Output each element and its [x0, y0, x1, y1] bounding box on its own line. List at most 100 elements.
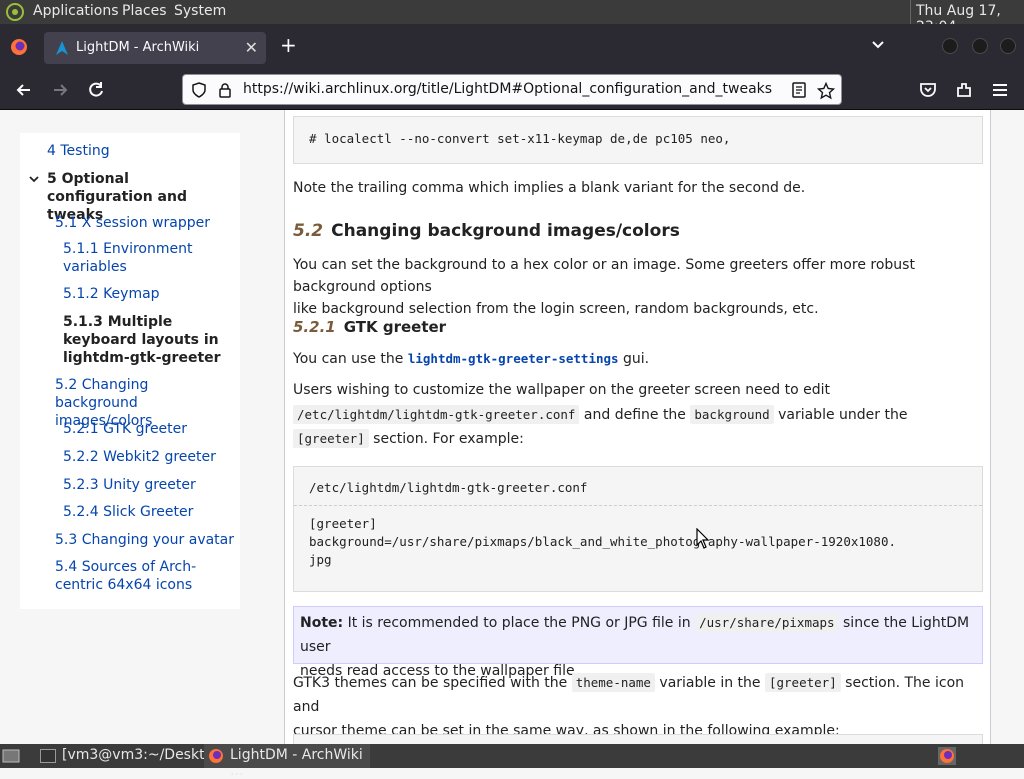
- window-minimize-button[interactable]: [942, 38, 958, 54]
- heading-5-2: 5.2 Changing background images/colors: [293, 221, 680, 241]
- firefox-icon[interactable]: [10, 38, 28, 56]
- inline-code-background: background: [690, 404, 774, 424]
- toc-num[interactable]: 5.2.2: [63, 449, 99, 465]
- toc-item-arch-centric-icons[interactable]: 5.4 Sources of Arch-centric 64x64 icons: [55, 558, 235, 594]
- lock-icon[interactable]: [217, 82, 233, 98]
- toc-label[interactable]: Unity greeter: [103, 477, 196, 493]
- show-desktop-icon[interactable]: [2, 748, 20, 764]
- toc-num[interactable]: 5.1: [55, 215, 77, 231]
- tracking-protection-shield-icon[interactable]: [191, 82, 207, 98]
- heading-title: Changing background images/colors: [331, 221, 680, 241]
- pocket-icon[interactable]: [918, 80, 938, 100]
- toc-num: 5.1.3: [63, 314, 103, 330]
- toc-label[interactable]: Changing your avatar: [82, 532, 234, 548]
- text: variable under the: [773, 406, 908, 423]
- paragraph-wallpaper: Users wishing to customize the wallpaper…: [293, 379, 983, 452]
- menu-icon[interactable]: [990, 80, 1010, 100]
- toc-item-multiple-keyboard-layouts[interactable]: 5.1.3 Multiple keyboard layouts in light…: [63, 313, 228, 367]
- inline-code-greeter: [greeter]: [764, 673, 841, 692]
- firefox-tray-icon[interactable]: [938, 747, 956, 765]
- toc-label[interactable]: Webkit2 greeter: [103, 449, 216, 465]
- menu-places[interactable]: Places: [122, 3, 167, 19]
- bottom-panel: [vm3@vm3:~/Deskt... LightDM - ArchWiki .…: [0, 744, 1024, 779]
- inline-code-theme-name: theme-name: [571, 673, 655, 692]
- toc-num[interactable]: 5.2.3: [63, 477, 99, 493]
- text: You can use the: [293, 351, 408, 367]
- toc-item-x-session-wrapper[interactable]: 5.1 X session wrapper: [55, 214, 210, 232]
- toc-label[interactable]: X session wrapper: [82, 215, 210, 231]
- distro-logo-icon[interactable]: [6, 3, 24, 21]
- forward-icon[interactable]: [50, 80, 70, 100]
- toc-num[interactable]: 4: [47, 143, 56, 159]
- mouse-cursor-icon: [696, 528, 710, 549]
- toc-num[interactable]: 5.2: [55, 377, 77, 393]
- toc-num[interactable]: 5.1.2: [63, 286, 99, 302]
- new-tab-button[interactable]: +: [280, 33, 297, 57]
- toc-num[interactable]: 5.3: [55, 532, 77, 548]
- reader-view-icon[interactable]: [791, 82, 807, 98]
- code-line: background=/usr/share/pixmaps/black_and_…: [309, 534, 896, 549]
- code-block-greeter-conf: /etc/lightdm/lightdm-gtk-greeter.conf [g…: [293, 466, 983, 592]
- text-line: You can set the background to a hex colo…: [293, 257, 915, 295]
- text: section. For example:: [368, 431, 524, 447]
- note-label: Note:: [300, 615, 344, 631]
- close-tab-icon[interactable]: ✕: [245, 38, 258, 57]
- toc-label[interactable]: GTK greeter: [103, 421, 187, 437]
- text: GTK3 themes can be specified with the: [293, 675, 572, 691]
- extensions-icon[interactable]: [954, 80, 974, 100]
- taskbar-label: [vm3@vm3:~/Deskt...: [62, 747, 218, 763]
- heading-number: 5.2.1: [293, 318, 336, 336]
- taskbar-item-terminal[interactable]: [vm3@vm3:~/Deskt...: [38, 744, 218, 768]
- paragraph-background: You can set the background to a hex colo…: [293, 254, 983, 320]
- menu-system[interactable]: System: [174, 3, 226, 19]
- list-all-tabs-icon[interactable]: [870, 36, 886, 52]
- lightdm-gtk-greeter-settings-link[interactable]: lightdm-gtk-greeter-settings: [408, 351, 619, 366]
- bookmark-star-icon[interactable]: [817, 82, 835, 100]
- file-header: /etc/lightdm/lightdm-gtk-greeter.conf: [294, 467, 982, 506]
- code-line: jpg: [309, 552, 332, 567]
- code-line: [greeter]: [309, 516, 377, 531]
- terminal-icon: [40, 749, 56, 763]
- toc-label[interactable]: Keymap: [103, 286, 160, 302]
- code-block-localectl: # localectl --no-convert set-x11-keymap …: [293, 116, 983, 164]
- toc-num[interactable]: 5.4: [55, 559, 77, 575]
- paragraph-gtk3-themes: GTK3 themes can be specified with the th…: [293, 671, 983, 743]
- toc-num[interactable]: 5.2.1: [63, 421, 99, 437]
- chevron-down-icon[interactable]: [28, 173, 40, 185]
- heading-number: 5.2: [293, 221, 324, 241]
- clock[interactable]: Thu Aug 17, 23:04: [910, 0, 1024, 35]
- inline-code-path: /etc/lightdm/lightdm-gtk-greeter.conf: [293, 404, 580, 424]
- text: and define the: [579, 406, 691, 423]
- toc-label[interactable]: Sources of Arch-centric 64x64 icons: [55, 559, 196, 593]
- toc-num[interactable]: 5.2.4: [63, 504, 99, 520]
- file-content: [greeter] background=/usr/share/pixmaps/…: [294, 506, 982, 578]
- menu-applications[interactable]: Applications: [33, 3, 119, 19]
- text-line: Users wishing to customize the wallpaper…: [293, 382, 831, 398]
- toc-label[interactable]: Slick Greeter: [103, 504, 193, 520]
- toc-item-keymap[interactable]: 5.1.2 Keymap: [63, 285, 160, 303]
- paragraph-trailing-comma: Note the trailing comma which implies a …: [293, 180, 806, 196]
- url-text[interactable]: https://wiki.archlinux.org/title/LightDM…: [243, 81, 772, 97]
- toc-item-unity-greeter[interactable]: 5.2.3 Unity greeter: [63, 476, 196, 494]
- toc-item-environment-variables[interactable]: 5.1.1 Environment variables: [63, 240, 213, 276]
- toc-item-slick-greeter[interactable]: 5.2.4 Slick Greeter: [63, 503, 193, 521]
- toc-label[interactable]: Testing: [60, 143, 109, 159]
- toc-item-testing[interactable]: 4 Testing: [47, 142, 110, 160]
- tab-lightdm-archwiki[interactable]: LightDM - ArchWiki ✕: [44, 32, 266, 64]
- toc-item-changing-avatar[interactable]: 5.3 Changing your avatar: [55, 531, 234, 549]
- toc-num[interactable]: 5.1.1: [63, 241, 99, 257]
- taskbar-item-firefox[interactable]: LightDM - ArchWiki ...: [204, 744, 370, 779]
- toc-item-gtk-greeter[interactable]: 5.2.1 GTK greeter: [63, 420, 187, 438]
- window-close-button[interactable]: [1000, 38, 1016, 54]
- window-maximize-button[interactable]: [972, 38, 988, 54]
- text: It is recommended to place the PNG or JP…: [343, 615, 696, 631]
- back-icon[interactable]: [14, 80, 34, 100]
- address-bar[interactable]: https://wiki.archlinux.org/title/LightDM…: [182, 74, 842, 105]
- article-content: # localectl --no-convert set-x11-keymap …: [285, 110, 991, 754]
- paragraph-gtk-settings: You can use the lightdm-gtk-greeter-sett…: [293, 348, 983, 370]
- text: gui.: [618, 351, 650, 367]
- inline-code-pixmaps: /usr/share/pixmaps: [695, 613, 839, 632]
- text: variable in the: [654, 675, 765, 691]
- reload-icon[interactable]: [86, 80, 106, 100]
- toc-item-webkit2-greeter[interactable]: 5.2.2 Webkit2 greeter: [63, 448, 216, 466]
